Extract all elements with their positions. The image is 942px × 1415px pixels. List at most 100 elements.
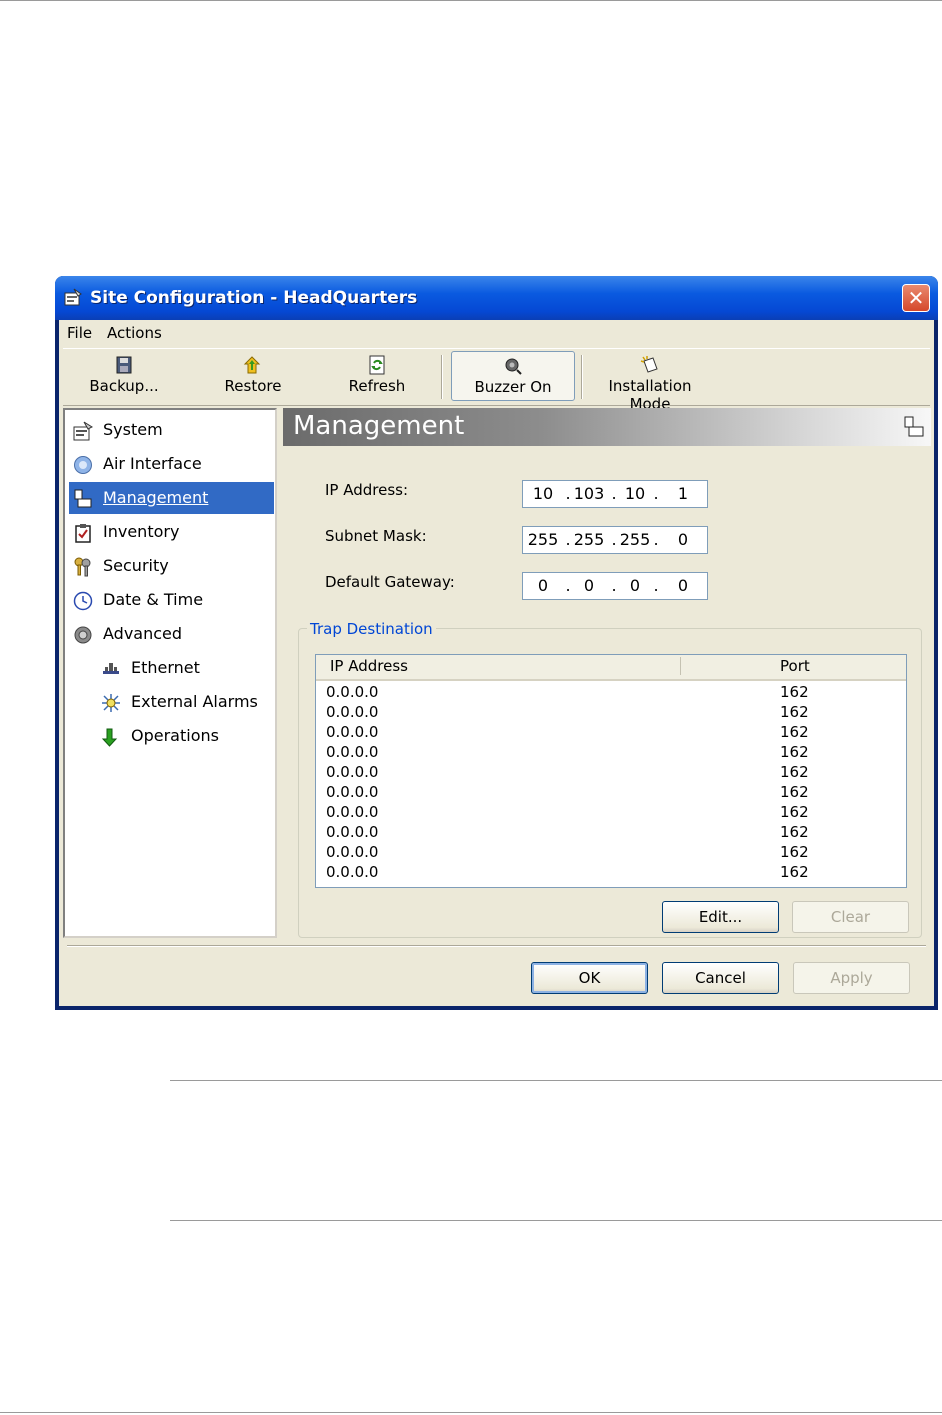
- ip-octet: 0: [677, 576, 689, 595]
- window-client-area: File Actions Backup... Restore Refresh B…: [59, 320, 934, 1006]
- backup-label: Backup...: [89, 377, 159, 395]
- ethernet-icon: [103, 663, 119, 674]
- row-port: 162: [780, 843, 809, 861]
- column-header-ip-address[interactable]: IP Address: [330, 657, 408, 675]
- buzzer-on-button[interactable]: Buzzer On: [451, 351, 575, 401]
- close-button[interactable]: ✕: [902, 284, 930, 312]
- navigation-tree: System Air Interface Management Inventor…: [63, 408, 277, 938]
- row-ip: 0.0.0.0: [326, 743, 379, 761]
- tree-item-advanced[interactable]: Advanced: [69, 618, 274, 650]
- table-row[interactable]: 0.0.0.0 162: [326, 863, 896, 883]
- column-header-port[interactable]: Port: [780, 657, 810, 675]
- tree-label-system: System: [103, 420, 163, 439]
- ok-button[interactable]: OK: [531, 962, 648, 994]
- installation-mode-button[interactable]: Installation Mode: [589, 351, 711, 413]
- ip-octet: 0: [537, 576, 549, 595]
- table-row[interactable]: 0.0.0.0 162: [326, 763, 896, 783]
- refresh-label: Refresh: [348, 377, 406, 395]
- default-gateway-label: Default Gateway:: [325, 573, 455, 591]
- management-panel: Management IP Address: 10 . 103 . 10 . 1…: [283, 408, 931, 938]
- installation-mode-icon: [640, 356, 658, 373]
- tree-item-air-interface[interactable]: Air Interface: [69, 448, 274, 480]
- gear-icon: [74, 626, 92, 644]
- column-divider[interactable]: [680, 657, 681, 675]
- ip-dot: .: [653, 576, 659, 595]
- panel-header: Management: [283, 408, 931, 446]
- toolbar: Backup... Restore Refresh Buzzer On Inst…: [63, 348, 930, 413]
- apply-button[interactable]: Apply: [793, 962, 910, 994]
- row-port: 162: [780, 763, 809, 781]
- air-interface-icon: [74, 456, 92, 474]
- panel-title: Management: [293, 411, 465, 441]
- table-row[interactable]: 0.0.0.0 162: [326, 743, 896, 763]
- tree-item-ethernet[interactable]: Ethernet: [69, 652, 274, 684]
- row-ip: 0.0.0.0: [326, 683, 379, 701]
- table-row[interactable]: 0.0.0.0 162: [326, 823, 896, 843]
- row-ip: 0.0.0.0: [326, 763, 379, 781]
- menu-actions[interactable]: Actions: [107, 324, 162, 342]
- ip-dot: .: [653, 484, 659, 503]
- tree-item-date-time[interactable]: Date & Time: [69, 584, 274, 616]
- table-row[interactable]: 0.0.0.0 162: [326, 783, 896, 803]
- subnet-mask-input[interactable]: 255 . 255 . 255 . 0: [522, 526, 708, 554]
- title-bar[interactable]: Site Configuration - HeadQuarters ✕: [55, 276, 938, 320]
- ip-address-input[interactable]: 10 . 103 . 10 . 1: [522, 480, 708, 508]
- trap-destination-list[interactable]: IP Address Port 0.0.0.0 162 0.0.0.0 162 0.…: [315, 654, 907, 888]
- floppy-disk-icon: [116, 356, 132, 374]
- green-arrow-down-icon: [101, 728, 118, 747]
- tree-item-security[interactable]: Security: [69, 550, 274, 582]
- row-ip: 0.0.0.0: [326, 723, 379, 741]
- window-title: Site Configuration - HeadQuarters: [90, 288, 418, 308]
- management-icon: [904, 416, 924, 437]
- ip-dot: .: [653, 530, 659, 549]
- restore-button[interactable]: Restore: [213, 351, 293, 401]
- default-gateway-input[interactable]: 0 . 0 . 0 . 0: [522, 572, 708, 600]
- tree-label-security: Security: [103, 556, 169, 575]
- table-row[interactable]: 0.0.0.0 162: [326, 683, 896, 703]
- edit-button[interactable]: Edit...: [662, 901, 779, 933]
- top-rule: [0, 0, 942, 1]
- table-row[interactable]: 0.0.0.0 162: [326, 803, 896, 823]
- row-ip: 0.0.0.0: [326, 803, 379, 821]
- buzzer-on-label: Buzzer On: [474, 378, 552, 396]
- alarm-burst-icon: [102, 694, 120, 712]
- clear-button[interactable]: Clear: [792, 901, 909, 933]
- ip-octet: 1: [677, 484, 689, 503]
- row-ip: 0.0.0.0: [326, 863, 379, 881]
- tree-label-advanced: Advanced: [103, 624, 183, 643]
- row-ip: 0.0.0.0: [326, 783, 379, 801]
- table-row[interactable]: 0.0.0.0 162: [326, 843, 896, 863]
- tree-item-external-alarms[interactable]: External Alarms: [69, 686, 274, 718]
- management-icon: [74, 489, 92, 508]
- tree-item-operations[interactable]: Operations: [69, 720, 274, 752]
- close-icon: ✕: [907, 286, 925, 310]
- menu-file[interactable]: File: [67, 324, 92, 342]
- list-header: IP Address Port: [316, 655, 906, 681]
- cancel-button[interactable]: Cancel: [662, 962, 779, 994]
- row-ip: 0.0.0.0: [326, 703, 379, 721]
- table-row[interactable]: 0.0.0.0 162: [326, 723, 896, 743]
- mid-rule-1: [170, 1080, 942, 1081]
- ip-octet: 10: [624, 484, 646, 503]
- tree-label-date-time: Date & Time: [103, 590, 204, 609]
- backup-button[interactable]: Backup...: [83, 351, 165, 401]
- ip-octet: 0: [583, 576, 595, 595]
- row-port: 162: [780, 703, 809, 721]
- inventory-checklist-icon: [75, 524, 91, 543]
- clock-icon: [73, 591, 93, 611]
- tree-item-inventory[interactable]: Inventory: [69, 516, 274, 548]
- row-port: 162: [780, 723, 809, 741]
- row-port: 162: [780, 803, 809, 821]
- security-keys-icon: [74, 557, 91, 577]
- restore-label: Restore: [224, 377, 282, 395]
- ip-octet: 0: [677, 530, 689, 549]
- refresh-button[interactable]: Refresh: [337, 351, 417, 401]
- tree-item-management[interactable]: Management: [69, 482, 274, 514]
- table-row[interactable]: 0.0.0.0 162: [326, 703, 896, 723]
- toolbar-separator: [581, 355, 583, 399]
- ip-octet: 10: [532, 484, 554, 503]
- menu-bar: File Actions: [59, 320, 934, 346]
- ip-address-label: IP Address:: [325, 481, 409, 499]
- tree-item-system[interactable]: System: [69, 414, 274, 446]
- row-ip: 0.0.0.0: [326, 843, 379, 861]
